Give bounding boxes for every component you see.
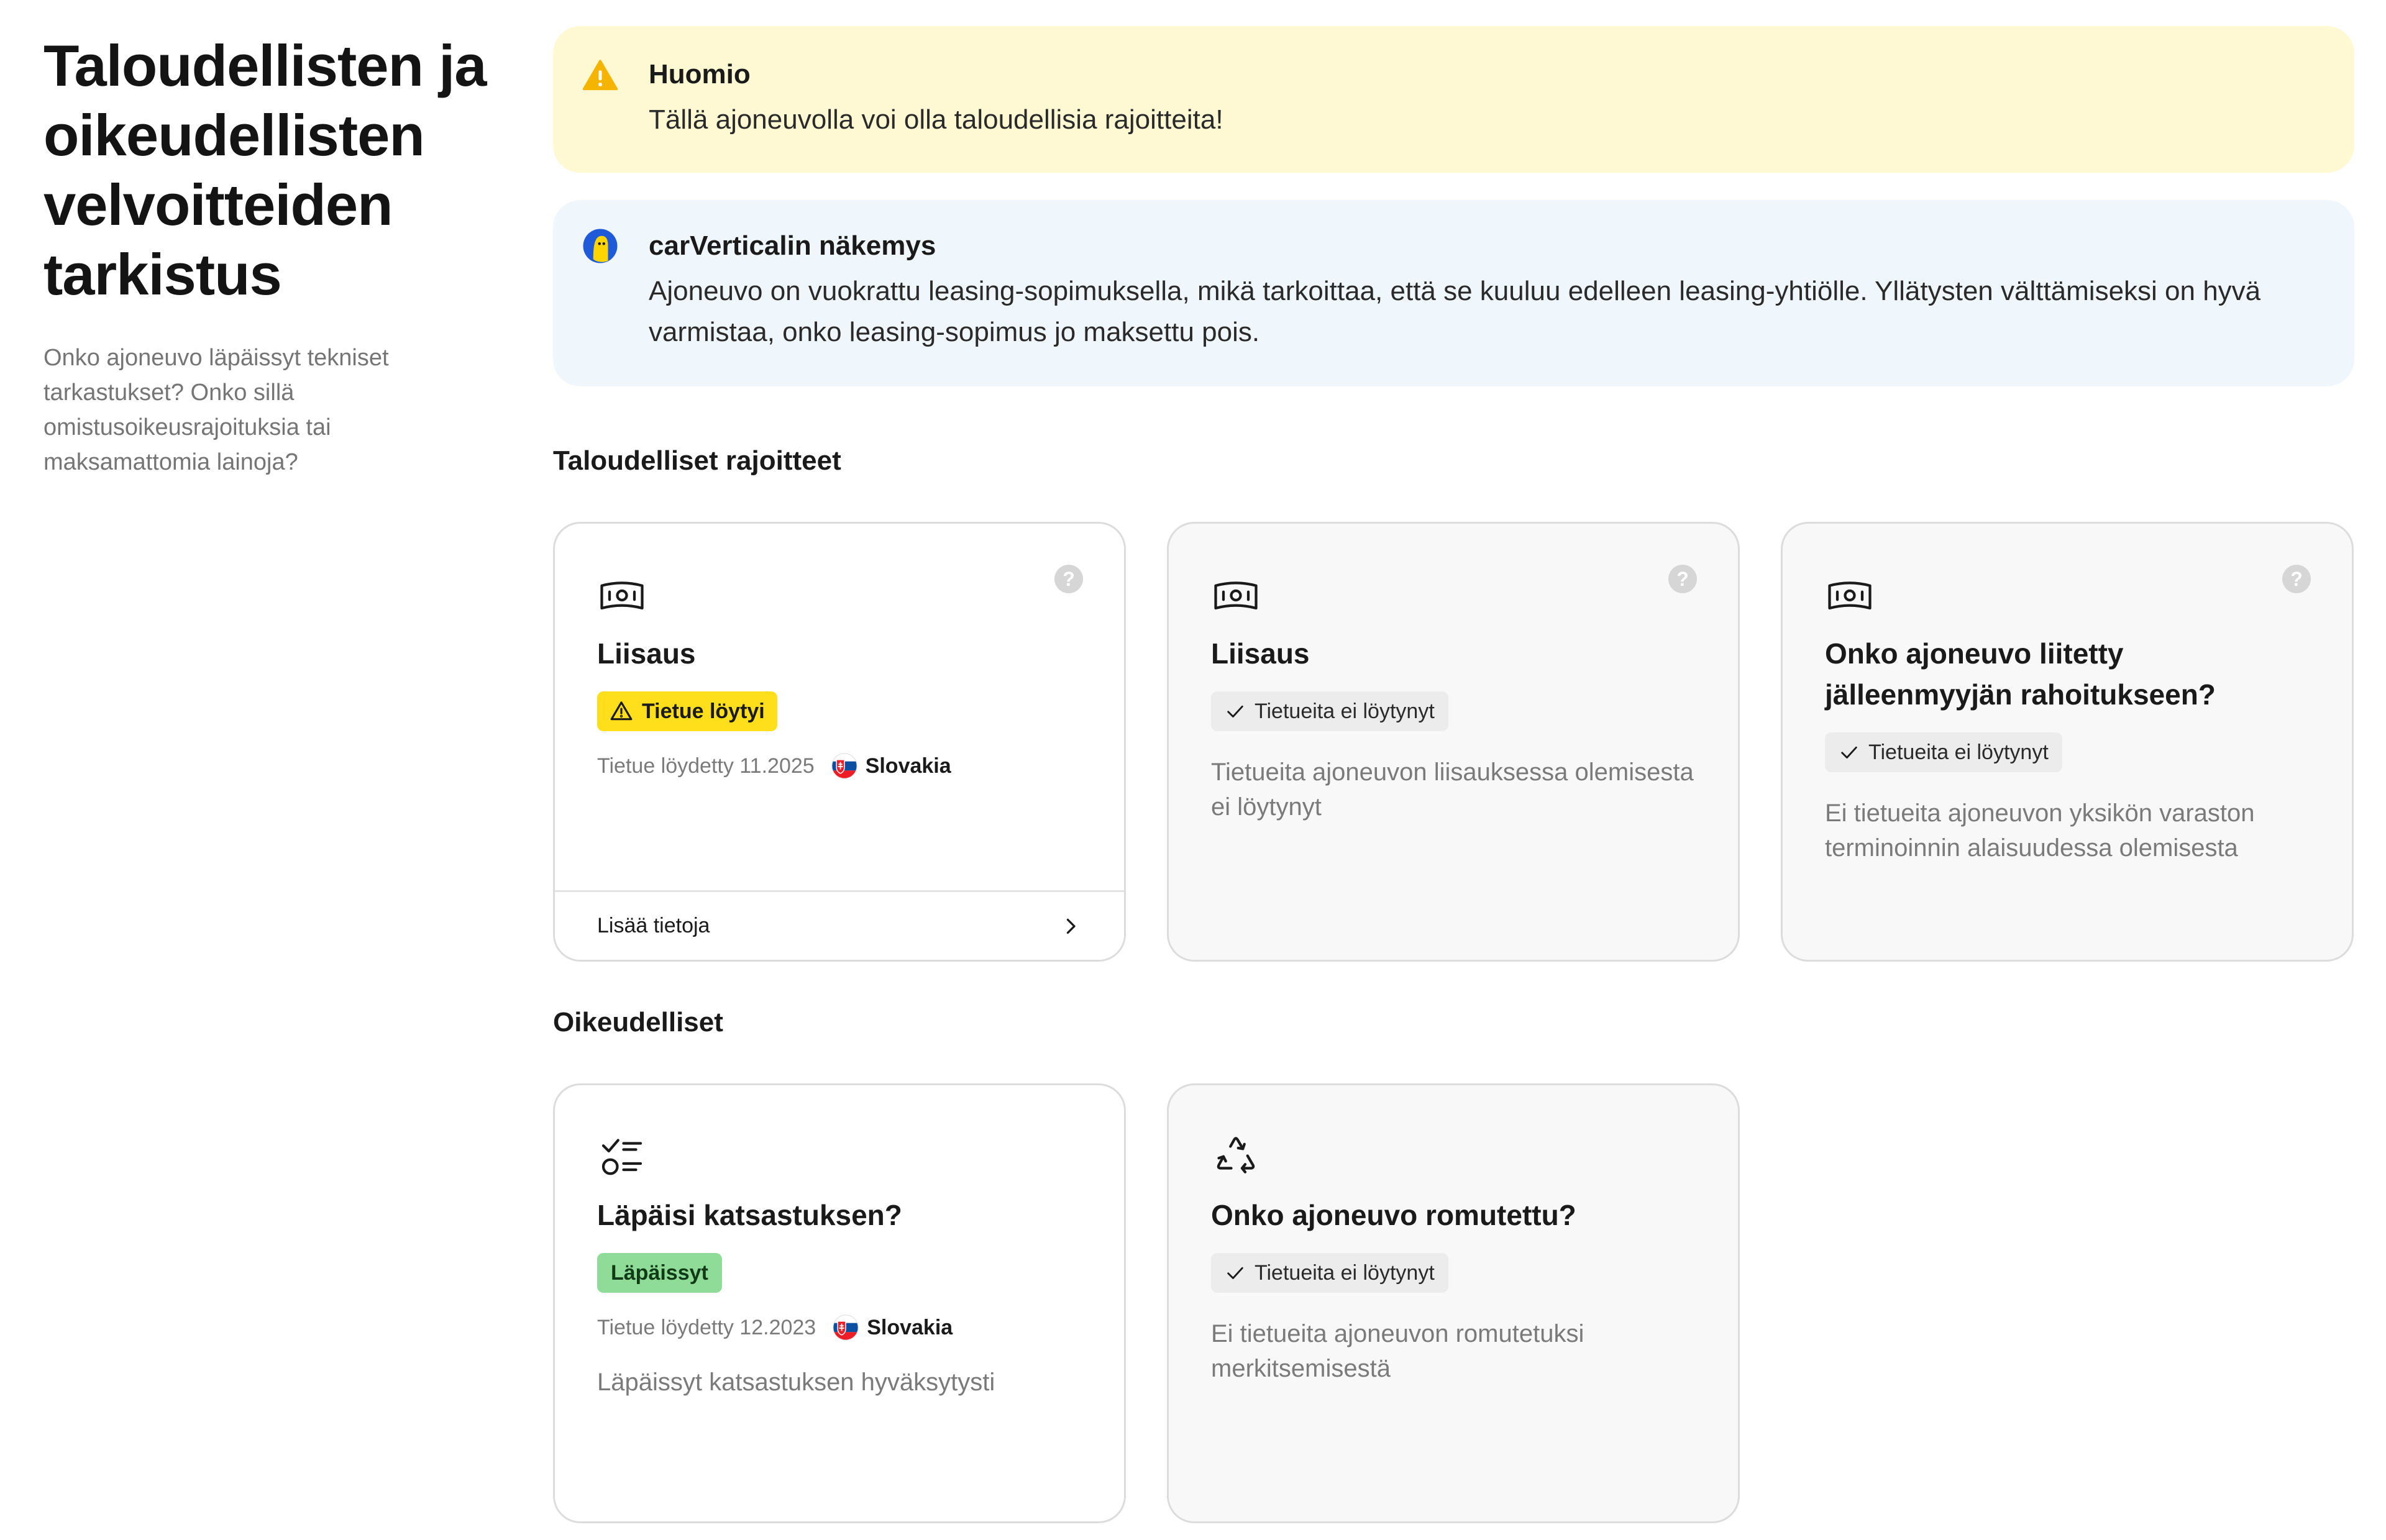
card-body: Onko ajoneuvo liitetty jälleenmyyjän rah… bbox=[1825, 633, 2310, 865]
status-badge-none: Tietueita ei löytynyt bbox=[1211, 691, 1448, 731]
status-badge-none: Tietueita ei löytynyt bbox=[1825, 732, 2062, 772]
check-icon bbox=[1841, 746, 1857, 759]
warning-notice: Huomio Tällä ajoneuvolla voi olla taloud… bbox=[553, 26, 2354, 173]
slovakia-flag-icon bbox=[831, 753, 857, 779]
card-description: Ei tietueita ajoneuvon yksikön varaston … bbox=[1825, 800, 2255, 862]
scrapped-card: Onko ajoneuvo romutettu? Tietueita ei lö… bbox=[1167, 1083, 1740, 1523]
card-title: Liisaus bbox=[597, 637, 696, 670]
status-badge-none: Tietueita ei löytynyt bbox=[1211, 1253, 1448, 1293]
status-badge-found: Tietue löytyi bbox=[597, 691, 777, 731]
insight-text: Ajoneuvo on vuokrattu leasing-sopimuksel… bbox=[649, 276, 2261, 347]
card-body: Läpäisi katsastuksen? Läpäissyt Tietue l… bbox=[597, 1195, 1082, 1400]
carvertical-mascot-icon bbox=[583, 229, 618, 263]
more-info-link[interactable]: Lisää tietoja bbox=[555, 890, 1124, 960]
card-description: Läpäissyt katsastuksen hyväksytysti bbox=[597, 1369, 995, 1396]
checklist-icon bbox=[601, 1139, 642, 1175]
warning-icon bbox=[582, 60, 618, 91]
financial-cards: ? Liisaus Tietue löytyi Tietue löydetty … bbox=[553, 522, 2354, 962]
card-title: Onko ajoneuvo liitetty jälleenmyyjän rah… bbox=[1825, 637, 2216, 711]
cash-icon bbox=[1214, 581, 1258, 610]
card-body: Liisaus Tietueita ei löytynyt Tietueita … bbox=[1211, 633, 1696, 824]
cash-icon bbox=[600, 581, 644, 610]
slovakia-flag-icon bbox=[833, 1314, 859, 1341]
card-title: Onko ajoneuvo romutettu? bbox=[1211, 1199, 1576, 1231]
legal-section-title: Oikeudelliset bbox=[553, 1007, 723, 1037]
page: Taloudellisten ja oikeudellisten velvoit… bbox=[0, 0, 2386, 1540]
warning-outline-icon bbox=[610, 701, 633, 721]
main-content: Huomio Tällä ajoneuvolla voi olla taloud… bbox=[553, 26, 2354, 1523]
card-body: Liisaus Tietue löytyi Tietue löydetty 11… bbox=[597, 633, 1082, 780]
card-title: Läpäisi katsastuksen? bbox=[597, 1199, 902, 1231]
help-icon[interactable]: ? bbox=[1054, 565, 1083, 593]
help-icon[interactable]: ? bbox=[2282, 565, 2311, 593]
status-badge-label: Tietueita ei löytynyt bbox=[1255, 1260, 1435, 1285]
record-meta: Tietue löydetty 11.2025 Slovakia bbox=[597, 752, 1082, 780]
page-title: Taloudellisten ja oikeudellisten velvoit… bbox=[43, 33, 487, 307]
check-icon bbox=[1227, 1267, 1243, 1279]
inspection-card: Läpäisi katsastuksen? Läpäissyt Tietue l… bbox=[553, 1083, 1126, 1523]
page-description: Onko ajoneuvo läpäissyt tekniset tarkast… bbox=[43, 345, 389, 475]
insight-title: carVerticalin näkemys bbox=[649, 230, 936, 261]
legal-cards: Läpäisi katsastuksen? Läpäissyt Tietue l… bbox=[553, 1083, 2354, 1523]
leasing-record-card: ? Liisaus Tietue löytyi Tietue löydetty … bbox=[553, 522, 1126, 962]
card-description: Tietueita ajoneuvon liisauksessa olemise… bbox=[1211, 759, 1694, 821]
record-found-date: Tietue löydetty 12.2023 bbox=[597, 1315, 816, 1339]
card-title: Liisaus bbox=[1211, 637, 1310, 670]
warning-text: Tällä ajoneuvolla voi olla taloudellisia… bbox=[649, 104, 1223, 135]
status-badge-passed: Läpäissyt bbox=[597, 1253, 722, 1293]
recycle-icon bbox=[1217, 1137, 1255, 1173]
help-icon[interactable]: ? bbox=[1668, 565, 1697, 593]
chevron-right-icon bbox=[1066, 918, 1076, 934]
check-icon bbox=[1227, 705, 1243, 718]
warning-title: Huomio bbox=[649, 59, 751, 89]
sidebar-intro: Taloudellisten ja oikeudellisten velvoit… bbox=[43, 31, 503, 480]
record-meta: Tietue löydetty 12.2023 Slovakia bbox=[597, 1314, 1082, 1341]
cash-icon bbox=[1828, 581, 1872, 610]
status-badge-label: Tietueita ei löytynyt bbox=[1868, 740, 2049, 764]
financial-section-title: Taloudelliset rajoitteet bbox=[553, 445, 841, 476]
dealer-financing-card: ? Onko ajoneuvo liitetty jälleenmyyjän r… bbox=[1781, 522, 2354, 962]
more-info-label: Lisää tietoja bbox=[597, 914, 710, 937]
record-found-date: Tietue löydetty 11.2025 bbox=[597, 754, 815, 778]
card-description: Ei tietueita ajoneuvon romutetuksi merki… bbox=[1211, 1320, 1584, 1382]
record-country: Slovakia bbox=[867, 1315, 953, 1339]
insight-notice: carVerticalin näkemys Ajoneuvo on vuokra… bbox=[553, 200, 2354, 386]
card-body: Onko ajoneuvo romutettu? Tietueita ei lö… bbox=[1211, 1195, 1696, 1386]
status-badge-label: Tietueita ei löytynyt bbox=[1255, 699, 1435, 723]
status-badge-label: Tietue löytyi bbox=[642, 699, 765, 723]
record-country: Slovakia bbox=[865, 754, 951, 778]
leasing-none-card: ? Liisaus Tietueita ei löytynyt Tietueit… bbox=[1167, 522, 1740, 962]
